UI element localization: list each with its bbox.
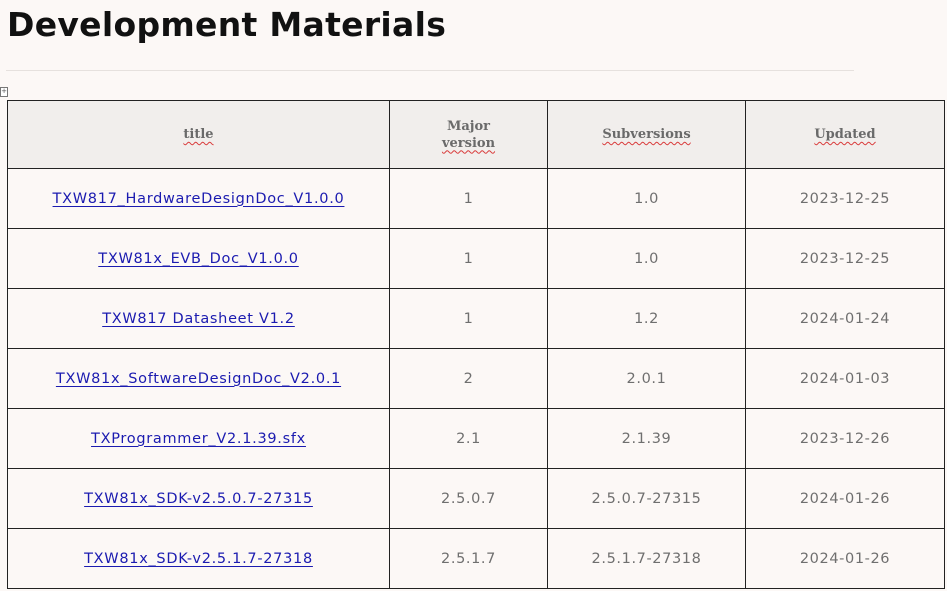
table-row: TXW81x_SoftwareDesignDoc_V2.0.1 2 2.0.1 … <box>7 348 945 409</box>
cell-subversion: 1.0 <box>547 228 746 289</box>
column-header-title[interactable]: title <box>7 100 390 169</box>
document-link[interactable]: TXProgrammer_V2.1.39.sfx <box>91 431 306 447</box>
column-header-subversions[interactable]: Subversions <box>547 100 746 169</box>
table-row: TXW81x_EVB_Doc_V1.0.0 1 1.0 2023-12-25 <box>7 228 945 289</box>
cell-subversion: 2.1.39 <box>547 408 746 469</box>
table-row: TXProgrammer_V2.1.39.sfx 2.1 2.1.39 2023… <box>7 408 945 469</box>
spellcheck-underline <box>241 0 399 44</box>
cell-major-version: 1 <box>389 288 548 349</box>
cell-title: TXW81x_SDK-v2.5.0.7-27315 <box>7 468 390 529</box>
cell-major-version: 2.5.0.7 <box>389 468 548 529</box>
cell-updated: 2023-12-25 <box>745 168 945 229</box>
cell-updated: 2024-01-03 <box>745 348 945 409</box>
cell-title: TXW81x_SoftwareDesignDoc_V2.0.1 <box>7 348 390 409</box>
cell-major-version: 2 <box>389 348 548 409</box>
table-move-handle-icon[interactable]: + <box>0 87 8 97</box>
document-link[interactable]: TXW81x_SDK-v2.5.1.7-27318 <box>84 551 313 567</box>
cell-title: TXW817 Datasheet V1.2 <box>7 288 390 349</box>
cell-updated: 2024-01-26 <box>745 528 945 589</box>
document-link[interactable]: TXW81x_SDK-v2.5.0.7-27315 <box>84 491 313 507</box>
cell-subversion: 1.2 <box>547 288 746 349</box>
table-header-row: title Major version Subversions Updated <box>7 100 945 169</box>
table-row: TXW81x_SDK-v2.5.1.7-27318 2.5.1.7 2.5.1.… <box>7 528 945 589</box>
cell-updated: 2023-12-25 <box>745 228 945 289</box>
cell-subversion: 1.0 <box>547 168 746 229</box>
column-header-major-version[interactable]: Major version <box>389 100 548 169</box>
cell-subversion: 2.5.1.7-27318 <box>547 528 746 589</box>
cell-updated: 2024-01-26 <box>745 468 945 529</box>
cell-subversion: 2.5.0.7-27315 <box>547 468 746 529</box>
horizontal-divider <box>6 70 854 71</box>
document-link[interactable]: TXW817_HardwareDesignDoc_V1.0.0 <box>53 191 345 207</box>
table-row: TXW817 Datasheet V1.2 1 1.2 2024-01-24 <box>7 288 945 349</box>
table-row: TXW817_HardwareDesignDoc_V1.0.0 1 1.0 20… <box>7 168 945 229</box>
cell-updated: 2024-01-24 <box>745 288 945 349</box>
cell-title: TXProgrammer_V2.1.39.sfx <box>7 408 390 469</box>
document-link[interactable]: TXW817 Datasheet V1.2 <box>102 311 295 327</box>
materials-table: title Major version Subversions Updated … <box>7 100 945 589</box>
cell-major-version: 1 <box>389 168 548 229</box>
cell-title: TXW81x_SDK-v2.5.1.7-27318 <box>7 528 390 589</box>
document-link[interactable]: TXW81x_EVB_Doc_V1.0.0 <box>98 251 298 267</box>
cell-major-version: 2.1 <box>389 408 548 469</box>
cell-major-version: 2.5.1.7 <box>389 528 548 589</box>
document-link[interactable]: TXW81x_SoftwareDesignDoc_V2.0.1 <box>56 371 341 387</box>
table-row: TXW81x_SDK-v2.5.0.7-27315 2.5.0.7 2.5.0.… <box>7 468 945 529</box>
cell-major-version: 1 <box>389 228 548 289</box>
cell-title: TXW81x_EVB_Doc_V1.0.0 <box>7 228 390 289</box>
cell-title: TXW817_HardwareDesignDoc_V1.0.0 <box>7 168 390 229</box>
cell-updated: 2023-12-26 <box>745 408 945 469</box>
column-header-updated[interactable]: Updated <box>745 100 945 169</box>
cell-subversion: 2.0.1 <box>547 348 746 409</box>
